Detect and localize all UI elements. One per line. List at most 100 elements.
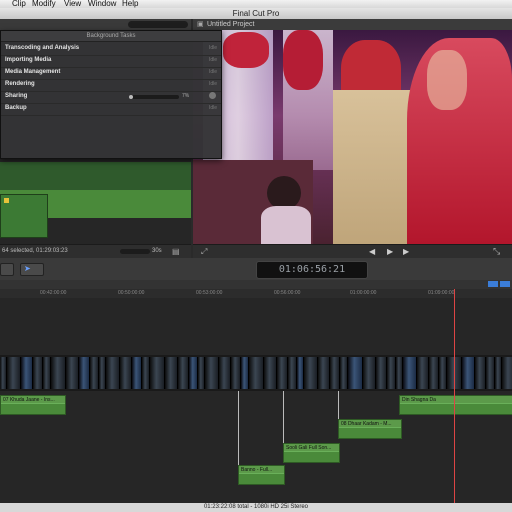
video-frame-thumbnail — [486, 357, 495, 389]
cancel-icon[interactable] — [209, 92, 216, 99]
progress-fill — [129, 95, 133, 99]
video-frame-thumbnail — [363, 357, 376, 389]
video-frame-thumbnail — [340, 357, 348, 389]
menu-window[interactable]: Window — [88, 0, 116, 8]
panel-title: Background Tasks — [1, 31, 221, 42]
task-status: Idle — [208, 57, 217, 63]
task-row-backup[interactable]: Backup Idle — [1, 103, 221, 116]
video-frame-thumbnail — [21, 357, 33, 389]
audio-clip[interactable]: Sooli Gali Full Son... — [283, 443, 340, 463]
video-frame-thumbnail — [33, 357, 43, 389]
tool-menu-button[interactable] — [0, 263, 14, 276]
clip-label: Banno - Full... — [241, 467, 273, 473]
video-frame-thumbnail — [7, 357, 21, 389]
sharing-progress-bar — [129, 95, 179, 99]
skimming-icon[interactable] — [500, 281, 510, 287]
video-frame-thumbnail — [99, 357, 106, 389]
rewind-icon[interactable]: ◀ — [369, 247, 375, 256]
menu-clip[interactable]: Clip — [12, 0, 26, 8]
clip-thumbnail[interactable] — [0, 194, 48, 238]
ruler-label: 00:56:00:00 — [274, 290, 301, 296]
video-frame-thumbnail — [66, 357, 79, 389]
viewer-icon: ▣ — [197, 21, 204, 28]
audio-waveform — [284, 451, 339, 462]
forward-icon[interactable]: ▶ — [403, 247, 409, 256]
video-frame-thumbnail — [249, 357, 264, 389]
audio-clip[interactable]: 08 Dhaar Kadam - M... — [338, 419, 402, 439]
video-frame-thumbnail — [330, 357, 340, 389]
video-frame-thumbnail — [79, 357, 90, 389]
audio-waveform — [239, 473, 284, 484]
task-label: Transcoding and Analysis — [5, 45, 80, 51]
video-frame-thumbnail — [90, 357, 99, 389]
fullscreen-icon[interactable]: ⤡ — [493, 246, 500, 257]
audio-clip[interactable]: Banno - Full... — [238, 465, 285, 485]
flower-garland — [223, 32, 269, 68]
task-label: Rendering — [5, 81, 35, 87]
video-frame-thumbnail — [277, 357, 288, 389]
ruler-label: 01:00:00:00 — [350, 290, 377, 296]
playhead[interactable] — [454, 289, 455, 503]
video-frame-thumbnail — [387, 357, 396, 389]
video-frame-thumbnail — [264, 357, 277, 389]
background-tasks-panel: Background Tasks Transcoding and Analysi… — [0, 30, 222, 159]
menu-modify[interactable]: Modify — [32, 0, 56, 8]
girl-dress — [261, 206, 311, 244]
video-frame-thumbnail — [462, 357, 475, 389]
menu-view[interactable]: View — [64, 0, 81, 8]
status-bar: 01:23:22:08 total - 1080i HD 25i Stereo — [0, 503, 512, 512]
flower-garland — [283, 30, 323, 90]
play-icon[interactable]: ▶ — [387, 247, 393, 256]
connection-line — [283, 391, 284, 445]
connection-line — [338, 391, 339, 419]
selection-info: 64 selected, 01:29:03:23 — [2, 248, 68, 254]
transform-icon[interactable]: ⤢ — [201, 247, 207, 257]
video-frame-thumbnail — [304, 357, 318, 389]
girl-head — [267, 176, 301, 210]
video-frame-thumbnail — [189, 357, 198, 389]
video-frame-thumbnail — [106, 357, 120, 389]
video-frame-thumbnail — [219, 357, 231, 389]
task-status: Idle — [208, 69, 217, 75]
clip-label: 08 Dhaar Kadam - M... — [341, 421, 392, 427]
select-tool-button[interactable]: ➤ — [20, 263, 44, 276]
viewer-video-frame[interactable] — [193, 30, 512, 244]
video-frame-thumbnail — [475, 357, 486, 389]
marker-icon — [4, 198, 9, 203]
audio-clip[interactable]: Din Shagna Da — [399, 395, 512, 415]
audio-waveform — [339, 427, 401, 438]
viewer-controls: ⤢ ◀ ▶ ▶ ⤡ — [193, 244, 512, 259]
video-frame-thumbnail — [198, 357, 205, 389]
video-frame-thumbnail — [495, 357, 502, 389]
menu-help[interactable]: Help — [122, 0, 138, 8]
audio-clip[interactable]: 07 Khuda Jaane - Ins... — [0, 395, 66, 415]
timecode-display[interactable]: 01:06:56:21 — [256, 261, 368, 279]
video-frame-thumbnail — [429, 357, 439, 389]
snapping-icon[interactable] — [488, 281, 498, 287]
connection-line — [238, 391, 239, 467]
clip-label: Din Shagna Da — [402, 397, 436, 403]
timeline-header — [0, 280, 512, 289]
window-title: Final Cut Pro — [0, 8, 512, 19]
video-frame-thumbnail — [502, 357, 512, 389]
video-frame-thumbnail — [132, 357, 142, 389]
video-frame-thumbnail — [376, 357, 387, 389]
task-label: Media Management — [5, 69, 61, 75]
clip-label: Sooli Gali Full Son... — [286, 445, 332, 451]
zoom-slider[interactable] — [120, 249, 150, 254]
video-frame-thumbnail — [231, 357, 241, 389]
settings-icon[interactable]: ▤ — [172, 247, 180, 256]
video-frame-thumbnail — [43, 357, 51, 389]
browser-footer: 64 selected, 01:29:03:23 30s ▤ — [0, 244, 191, 259]
ruler-label: 01:09:00:00 — [428, 290, 455, 296]
bride-face — [427, 50, 467, 110]
video-frame-thumbnail — [396, 357, 403, 389]
video-frame-thumbnail — [150, 357, 165, 389]
project-title: Untitled Project — [207, 21, 255, 28]
video-frame-thumbnail — [318, 357, 330, 389]
video-frame-thumbnail — [417, 357, 429, 389]
video-frame-thumbnail — [297, 357, 304, 389]
video-frame-thumbnail — [241, 357, 249, 389]
video-frame-thumbnail — [178, 357, 189, 389]
browser-search-field[interactable] — [128, 21, 188, 28]
